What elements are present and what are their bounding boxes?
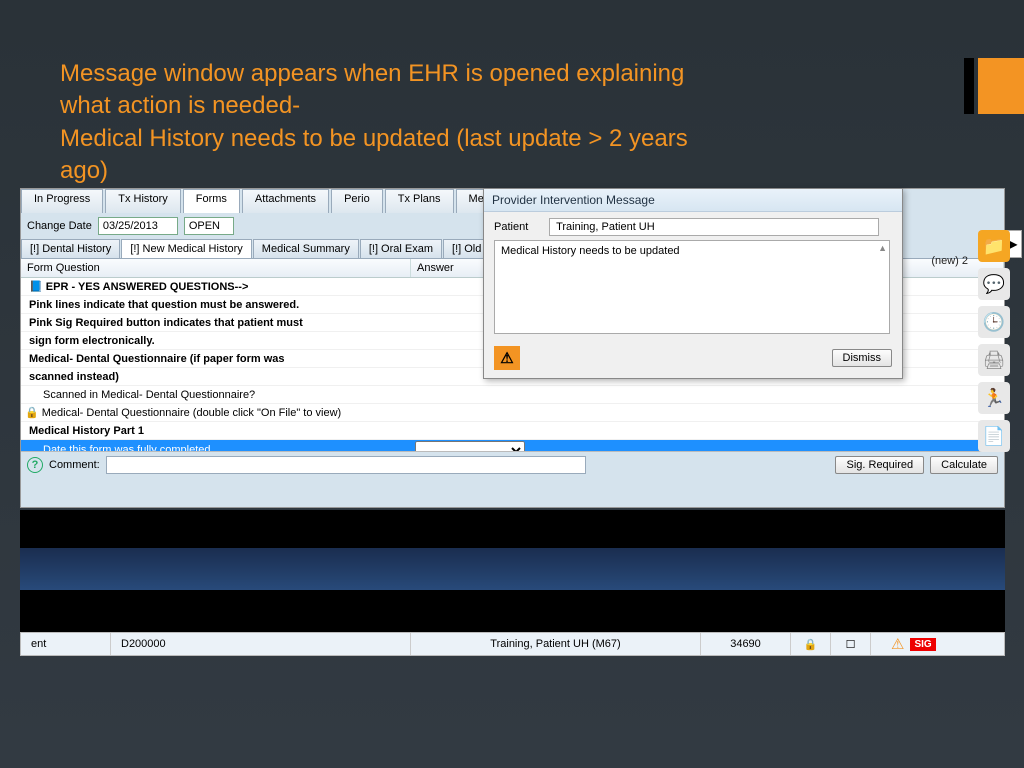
side-toolbar: 📁 💬 🕒 🖨 🏃 📄 <box>974 230 1014 452</box>
running-icon[interactable]: 🏃 <box>978 382 1010 414</box>
popup-message-text: Medical History needs to be updated <box>501 245 680 257</box>
slide-title: Message window appears when EHR is opene… <box>60 58 740 188</box>
popup-patient-value: Training, Patient UH <box>549 218 879 236</box>
tab-tx-history[interactable]: Tx History <box>105 189 181 213</box>
chat-icon[interactable]: 💬 <box>978 268 1010 300</box>
popup-title: Provider Intervention Message <box>484 189 902 212</box>
form-row[interactable]: 🔒 Medical- Dental Questionnaire (double … <box>21 404 1004 422</box>
form-row[interactable]: Medical History Part 1 <box>21 422 1004 440</box>
subtab-new-medical-history[interactable]: [!] New Medical History <box>121 239 251 258</box>
warning-icon: ⚠ <box>494 346 520 370</box>
form-row[interactable]: Scanned in Medical- Dental Questionnaire… <box>21 386 1004 404</box>
subtab-dental-history[interactable]: [!] Dental History <box>21 239 120 258</box>
tab-tx-plans[interactable]: Tx Plans <box>385 189 454 213</box>
sig-badge[interactable]: SIG <box>910 638 935 651</box>
status-input[interactable] <box>184 217 234 235</box>
change-date-label: Change Date <box>27 220 92 232</box>
checkbox-icon[interactable]: ☐ <box>831 633 871 655</box>
lock-icon: 🔒 <box>25 407 42 419</box>
popup-patient-label: Patient <box>494 221 546 233</box>
status-bar: ent D200000 Training, Patient UH (M67) 3… <box>20 632 1005 656</box>
status-chart-no: 34690 <box>701 633 791 655</box>
form-footer-bar: ? Comment: Sig. Required Calculate <box>21 451 1004 477</box>
scroll-up-icon[interactable]: ▲ <box>878 243 887 253</box>
question-text: sign form electronically. <box>29 335 155 347</box>
book-icon: 📘 <box>29 281 46 293</box>
provider-intervention-popup: Provider Intervention Message Patient Tr… <box>483 188 903 379</box>
status-warning-icon: ⚠ <box>891 635 904 653</box>
question-text: EPR - YES ANSWERED QUESTIONS--> <box>46 281 249 293</box>
calculate-button[interactable]: Calculate <box>930 456 998 474</box>
accent-decoration <box>978 58 1024 114</box>
subtab-medical-summary[interactable]: Medical Summary <box>253 239 359 258</box>
decorative-stripes <box>20 510 1005 632</box>
question-text: Pink lines indicate that question must b… <box>29 299 299 311</box>
title-line-2: Medical History needs to be updated (las… <box>60 125 688 184</box>
question-text: Medical History Part 1 <box>29 425 144 437</box>
tab-attachments[interactable]: Attachments <box>242 189 329 213</box>
help-icon[interactable]: ? <box>27 457 43 473</box>
question-text: Pink Sig Required button indicates that … <box>29 317 303 329</box>
question-text: Scanned in Medical- Dental Questionnaire… <box>43 389 255 401</box>
change-date-input[interactable] <box>98 217 178 235</box>
tab-forms[interactable]: Forms <box>183 189 240 213</box>
popup-message-box: Medical History needs to be updated ▲ <box>494 240 890 334</box>
comment-input[interactable] <box>106 456 586 474</box>
status-patient-id: D200000 <box>111 633 411 655</box>
status-patient-name: Training, Patient UH (M67) <box>411 633 701 655</box>
comment-label: Comment: <box>49 459 100 471</box>
question-text: scanned instead) <box>29 371 119 383</box>
document-pause-icon[interactable]: 📄 <box>978 420 1010 452</box>
tab-in-progress[interactable]: In Progress <box>21 189 103 213</box>
status-cell-1: ent <box>21 633 111 655</box>
lock-icon[interactable]: 🔒 <box>791 633 831 655</box>
dismiss-button[interactable]: Dismiss <box>832 349 893 367</box>
question-text: Medical- Dental Questionnaire (double cl… <box>42 407 341 419</box>
folder-add-icon[interactable]: 📁 <box>978 230 1010 262</box>
print-icon[interactable]: 🖨 <box>978 344 1010 376</box>
tab-perio[interactable]: Perio <box>331 189 383 213</box>
question-text: Medical- Dental Questionnaire (if paper … <box>29 353 285 365</box>
title-line-1: Message window appears when EHR is opene… <box>60 60 684 119</box>
ehr-application-window: In Progress Tx History Forms Attachments… <box>20 188 1005 508</box>
sig-required-button[interactable]: Sig. Required <box>835 456 924 474</box>
header-form-question: Form Question <box>21 259 411 277</box>
subtab-oral-exam[interactable]: [!] Oral Exam <box>360 239 442 258</box>
new-record-label: (new) 2 <box>931 255 968 267</box>
clock-icon[interactable]: 🕒 <box>978 306 1010 338</box>
